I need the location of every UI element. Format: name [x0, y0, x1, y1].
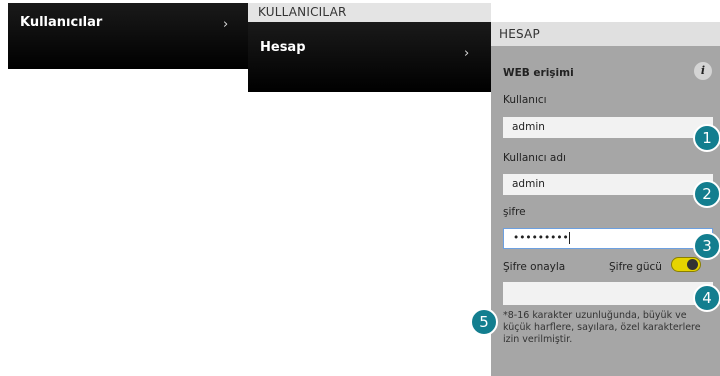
- chevron-right-icon: ›: [464, 46, 470, 61]
- chevron-right-icon: ›: [223, 17, 229, 32]
- confirm-password-label: Şifre onayla: [503, 261, 566, 273]
- password-input[interactable]: •••••••••: [503, 228, 713, 249]
- info-icon[interactable]: i: [694, 62, 712, 80]
- username-input[interactable]: admin: [503, 174, 713, 195]
- menu-item-kullanicilar[interactable]: Kullanıcılar ›: [8, 3, 248, 69]
- account-panel: HESAP WEB erişimi i Kullanıcı admin ⌄ Ku…: [491, 22, 720, 376]
- password-strength-label: Şifre gücü: [609, 261, 662, 273]
- user-label: Kullanıcı: [503, 94, 547, 106]
- user-select[interactable]: admin ⌄: [503, 117, 713, 138]
- web-access-title: WEB erişimi: [503, 67, 574, 79]
- text-cursor: [568, 232, 570, 244]
- panel-title: HESAP: [491, 22, 720, 46]
- users-section-header: KULLANICILAR: [248, 3, 491, 22]
- password-strength-indicator: [671, 257, 701, 272]
- password-requirements-note: *8-16 karakter uzunluğunda, büyük ve küç…: [503, 310, 701, 345]
- callout-badge-5: 5: [470, 308, 498, 336]
- callout-badge-4: 4: [693, 284, 720, 312]
- menu-item-label: Kullanıcılar: [20, 15, 103, 30]
- callout-badge-3: 3: [693, 232, 720, 260]
- menu-item-label: Hesap: [260, 40, 306, 55]
- username-value: admin: [512, 178, 545, 190]
- confirm-password-input[interactable]: [503, 282, 713, 305]
- callout-badge-1: 1: [693, 124, 720, 152]
- password-value: •••••••••: [513, 232, 569, 244]
- username-label: Kullanıcı adı: [503, 152, 566, 164]
- menu-item-hesap[interactable]: Hesap ›: [248, 22, 491, 92]
- password-label: şifre: [503, 206, 526, 218]
- toggle-knob: [687, 259, 698, 270]
- user-select-value: admin: [512, 121, 545, 133]
- callout-badge-2: 2: [693, 180, 720, 208]
